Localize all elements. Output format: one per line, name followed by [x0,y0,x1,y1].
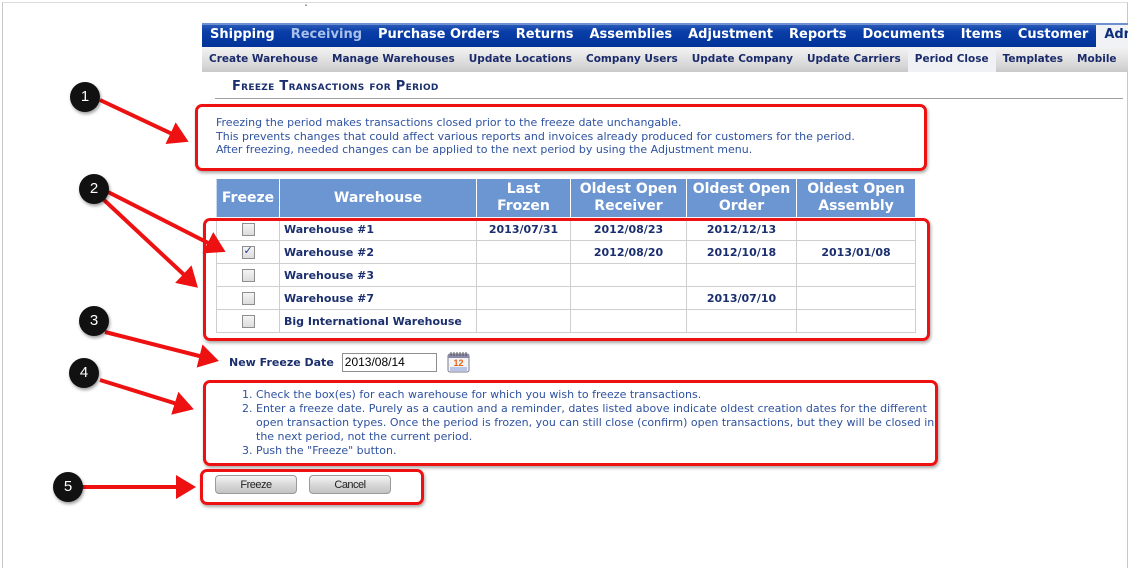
annotation-badge-3: 3 [79,306,109,336]
arrow-4 [99,378,194,415]
arrow-3 [104,330,219,368]
annotation-arrows [82,98,226,499]
annotation-badge-1: 1 [70,82,100,112]
annotation-badge-4: 4 [69,358,99,388]
annotation-badge-2: 2 [79,174,109,204]
annotation-badge-5: 5 [53,472,83,502]
arrow-1 [99,98,189,145]
